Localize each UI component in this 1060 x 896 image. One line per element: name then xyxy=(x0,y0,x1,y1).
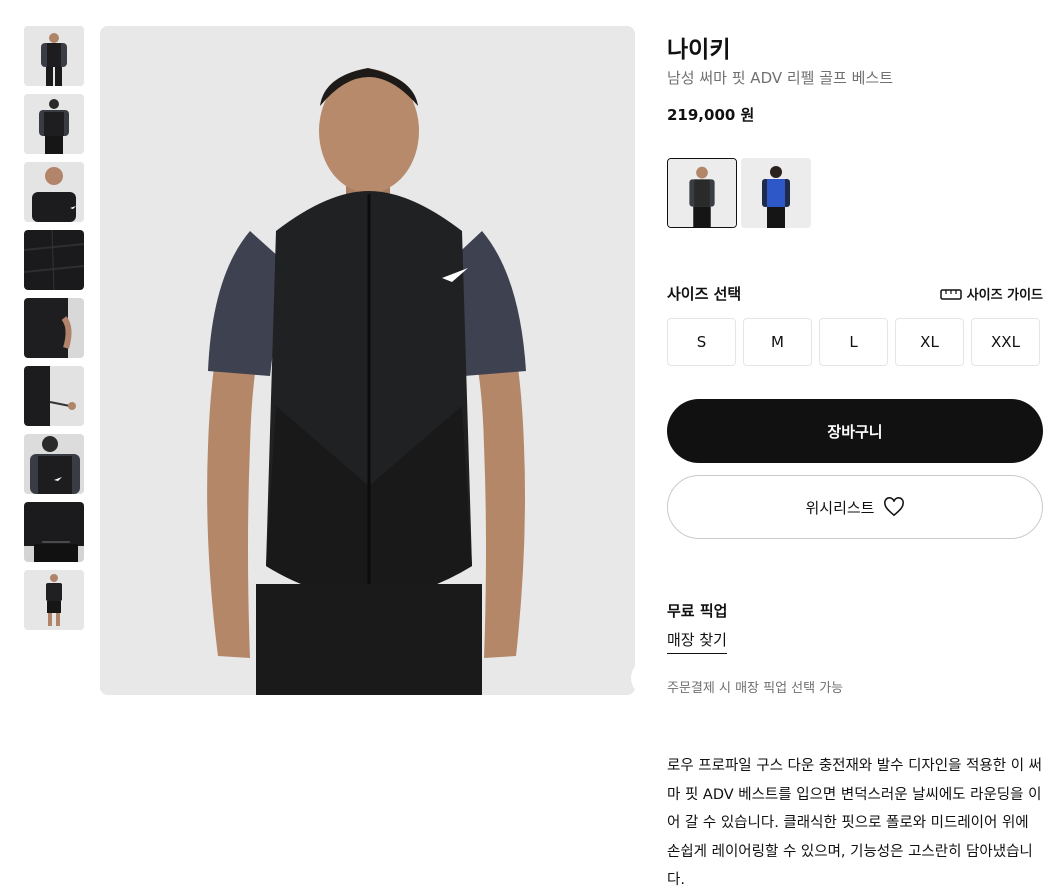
thumbnail-back-hem[interactable] xyxy=(24,502,84,562)
heart-icon xyxy=(883,497,904,517)
colorway-black[interactable] xyxy=(667,158,737,228)
blue-vest-colorway-image xyxy=(741,158,811,228)
wishlist-button[interactable]: 위시리스트 xyxy=(667,475,1043,539)
size-header: 사이즈 선택 사이즈 가이드 xyxy=(667,283,1043,304)
thumbnail-back-logo[interactable] xyxy=(24,434,84,494)
model-wearing-vest-illustration xyxy=(100,26,635,695)
product-description: 로우 프로파일 구스 다운 충전재와 발수 디자인을 적용한 이 써마 핏 AD… xyxy=(667,758,1042,888)
size-guide-label: 사이즈 가이드 xyxy=(966,288,1043,303)
add-to-cart-button[interactable]: 장바구니 xyxy=(667,399,1043,463)
size-option-l[interactable]: L xyxy=(819,318,888,366)
colorway-blue[interactable] xyxy=(741,158,811,228)
product-brand: 나이키 xyxy=(667,37,731,63)
size-options: S M L XL XXL xyxy=(667,318,1040,366)
size-option-xl[interactable]: XL xyxy=(895,318,964,366)
thumbnail-collar-side[interactable] xyxy=(24,162,84,222)
size-option-s[interactable]: S xyxy=(667,318,736,366)
thumbnail-pocket-detail[interactable] xyxy=(24,298,84,358)
size-option-m[interactable]: M xyxy=(743,318,812,366)
product-subtitle: 남성 써마 핏 ADV 리펠 골프 베스트 xyxy=(667,69,894,87)
product-price: 219,000 원 xyxy=(667,106,755,124)
thumbnail-model-front[interactable] xyxy=(24,26,84,86)
colorway-selector xyxy=(667,158,811,228)
thumbnail-hem-adjuster[interactable] xyxy=(24,366,84,426)
main-product-image xyxy=(100,26,635,695)
wishlist-label: 위시리스트 xyxy=(805,498,875,517)
thumbnail-fabric-detail[interactable] xyxy=(24,230,84,290)
find-store-link[interactable]: 매장 찾기 xyxy=(667,629,727,654)
thumbnail-strip xyxy=(24,26,84,638)
pickup-title: 무료 픽업 xyxy=(667,602,728,620)
pickup-note: 주문결제 시 매장 픽업 선택 가능 xyxy=(667,681,844,696)
add-to-cart-label: 장바구니 xyxy=(827,422,883,441)
black-vest-colorway-image xyxy=(668,159,736,227)
thumbnail-full-body[interactable] xyxy=(24,570,84,630)
size-option-xxl[interactable]: XXL xyxy=(971,318,1040,366)
size-guide-link[interactable]: 사이즈 가이드 xyxy=(939,284,1043,303)
size-select-title: 사이즈 선택 xyxy=(667,285,742,303)
ruler-icon xyxy=(939,288,962,300)
thumbnail-model-back[interactable] xyxy=(24,94,84,154)
